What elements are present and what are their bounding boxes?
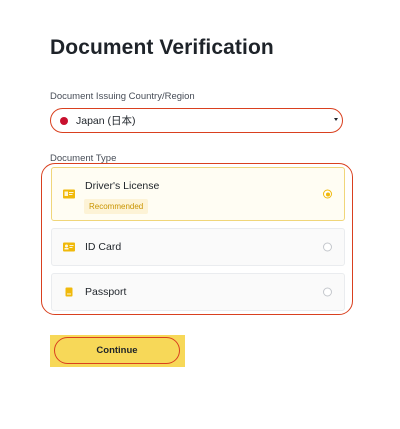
radio-unselected-icon[interactable] — [323, 287, 332, 297]
country-value: Japan (日本) — [76, 115, 136, 127]
drivers-license-icon — [63, 189, 75, 199]
continue-button-area: Continue — [50, 335, 185, 367]
document-option-passport[interactable]: Passport — [51, 273, 345, 311]
recommended-badge: Recommended — [84, 199, 149, 214]
radio-unselected-icon[interactable] — [323, 242, 332, 252]
caret-down-icon — [334, 118, 338, 121]
page-title: Document Verification — [50, 36, 274, 59]
document-option-label: ID Card — [85, 241, 122, 253]
continue-button[interactable]: Continue — [54, 337, 180, 364]
passport-icon — [65, 287, 73, 297]
document-option-id-card[interactable]: ID Card — [51, 228, 345, 266]
document-option-drivers-license[interactable]: Driver's License Recommended — [51, 167, 345, 221]
country-label: Document Issuing Country/Region — [50, 91, 195, 102]
radio-selected-icon[interactable] — [323, 189, 332, 199]
country-select[interactable]: Japan (日本) — [50, 108, 343, 133]
document-type-group: Driver's License Recommended ID Card Pas… — [41, 163, 353, 315]
document-option-label: Passport — [85, 286, 127, 298]
document-option-label: Driver's License — [85, 180, 160, 192]
id-card-icon — [63, 242, 75, 252]
japan-flag-icon — [60, 116, 68, 125]
